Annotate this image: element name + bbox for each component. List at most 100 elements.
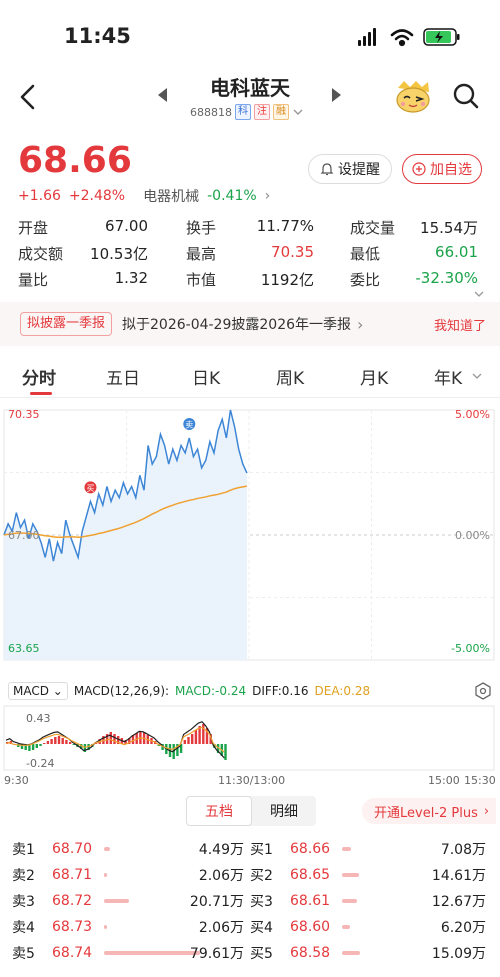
buy-price: 68.61 [290,893,331,909]
tab-intraday[interactable]: 分时 [22,364,56,389]
stat-cell: 成交量 15.54万 [350,217,478,238]
stat-value: 11.77% [256,216,314,235]
current-price: 68.66 [18,140,132,181]
sell-volume-bar [104,951,200,955]
y-label-right: -5.00% [451,642,490,655]
notice-tag: 拟披露一季报 [20,312,113,336]
sell-volume: 20.71万 [189,894,244,910]
tab-monthly-k[interactable]: 月K [360,364,388,389]
stat-label: 量比 [18,270,49,289]
sell-level[interactable]: 卖3 68.72 20.71万 [12,891,250,911]
change-row: +1.66 +2.48% 电器机械 -0.41% › [18,186,270,206]
orderbook-row: 卖1 68.70 4.49万 买1 68.66 7.08万 [12,836,488,862]
stat-cell: 最高 70.35 [186,243,314,264]
next-stock-icon[interactable] [332,88,341,102]
sell-price: 68.71 [52,867,93,883]
notice-text: 拟于2026-04-29披露2026年一季报 [122,317,352,333]
buy-price: 68.60 [290,919,331,935]
time-midday: 11:30/13:00 [218,774,286,787]
settings-icon[interactable] [474,682,492,700]
bell-icon [320,163,334,176]
orderbook: 卖1 68.70 4.49万 买1 68.66 7.08万 卖2 68.71 2.06万 买2 68… [12,836,488,966]
tab-details[interactable]: 明细 [252,796,316,826]
sell-level[interactable]: 卖1 68.70 4.49万 [12,839,250,859]
stock-code: 688818 [190,105,232,119]
chevron-right-icon: › [483,803,490,819]
stat-label: 最低 [350,244,381,263]
tab-five-levels[interactable]: 五档 [186,796,252,826]
sell-volume: 79.61万 [189,946,244,962]
set-alert-button[interactable]: 设提醒 [308,154,392,184]
buy-level[interactable]: 买1 68.66 7.08万 [250,839,488,859]
buy-level[interactable]: 买5 68.58 15.09万 [250,943,488,963]
stats-row: 量比 1.32 市值 1192亿 委比 -32.30% [18,266,484,292]
time-close: 15:00 [428,774,460,787]
tag-ke: 科 [235,104,251,120]
chevron-down-icon[interactable] [472,372,482,380]
buy-price: 68.58 [290,945,331,961]
macd-histogram-bar [46,741,50,744]
sell-label: 卖1 [12,842,35,858]
active-tab-indicator [30,392,52,395]
macd-frame [3,705,495,771]
tab-daily-k[interactable]: 日K [192,364,220,389]
notice-bar[interactable]: 拟披露一季报 拟于2026-04-29披露2026年一季报 › 我知道了 [0,302,500,346]
buy-price: 68.66 [290,841,331,857]
chevron-down-icon[interactable] [292,107,304,117]
chevron-right-icon[interactable]: › [265,188,271,204]
stat-label: 最高 [186,244,217,263]
time-axis: 9:30 11:30/13:00 15:00 15:30 [0,772,500,792]
level2-button[interactable]: 开通Level-2 Plus › [362,798,496,824]
tab-weekly-k[interactable]: 周K [276,364,304,389]
price-change: +1.66 [18,188,61,204]
macd-histogram-bar [43,743,46,744]
tab-five-day[interactable]: 五日 [106,364,140,389]
stat-value: 10.53亿 [90,244,148,263]
macd-bottom-label: -0.24 [26,757,54,770]
sell-level[interactable]: 卖5 68.74 79.61万 [12,943,250,963]
buy-volume-bar [342,847,351,851]
sell-price: 68.72 [52,893,93,909]
macd-histogram-bar [194,730,198,744]
sell-level[interactable]: 卖2 68.71 2.06万 [12,865,250,885]
sell-volume-bar [104,847,110,851]
sell-volume: 2.06万 [198,868,244,884]
buy-level[interactable]: 买3 68.61 12.67万 [250,891,488,911]
sector-change[interactable]: -0.41% [207,188,257,204]
dismiss-button[interactable]: 我知道了 [434,315,486,334]
stats-grid[interactable]: 开盘 67.00 换手 11.77% 成交量 15.54万成交额 10.53亿 最高 70.35… [18,214,484,292]
macd-selector-label: MACD [13,684,49,698]
macd-histogram-bar [109,732,112,744]
signal-icon [358,28,376,46]
y-label-left: 63.65 [8,642,40,655]
intraday-chart[interactable]: 买 卖 70.35 67.00 63.65 5.00% 0.00% -5.00% [0,398,500,674]
sell-label: 卖5 [12,946,35,962]
stat-cell: 成交额 10.53亿 [18,243,148,264]
tab-yearly-k[interactable]: 年K [434,364,462,389]
buy-level[interactable]: 买2 68.65 14.61万 [250,865,488,885]
add-watchlist-button[interactable]: 加自选 [402,154,482,184]
y-label-left: 70.35 [8,408,40,421]
buy-volume: 14.61万 [431,868,486,884]
buy-price: 68.65 [290,867,331,883]
macd-chart[interactable]: 0.43 -0.24 [0,704,500,772]
macd-histogram-bar [187,737,190,744]
mascot-icon[interactable] [392,78,434,114]
marker-label: 买 [86,484,94,493]
tag-rong: 融 [273,104,289,120]
back-icon[interactable] [14,82,44,112]
sector-name[interactable]: 电器机械 [143,186,199,206]
search-icon[interactable] [452,82,480,110]
sell-level[interactable]: 卖4 68.73 2.06万 [12,917,250,937]
buy-level[interactable]: 买4 68.60 6.20万 [250,917,488,937]
buy-label: 买1 [250,842,273,858]
stat-cell: 开盘 67.00 [18,217,148,238]
stat-cell: 换手 11.77% [186,217,314,238]
macd-histogram-bar [39,744,42,746]
stat-value: -32.30% [415,268,478,287]
orderbook-row: 卖2 68.71 2.06万 买2 68.65 14.61万 [12,862,488,888]
macd-selector[interactable]: MACD ⌄ [8,682,68,700]
stat-cell: 市值 1192亿 [186,269,314,290]
expand-icon[interactable] [474,290,484,298]
sell-label: 卖4 [12,920,35,936]
